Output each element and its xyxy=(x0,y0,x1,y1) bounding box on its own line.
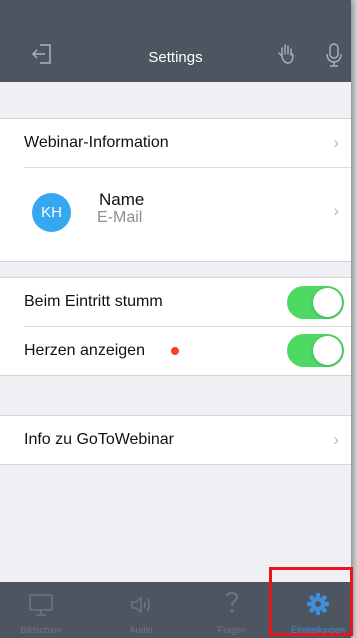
tab-fragen[interactable]: Fragen xyxy=(197,582,267,638)
about-row[interactable]: Info zu GoToWebinar › xyxy=(0,416,351,464)
about-label: Info zu GoToWebinar xyxy=(24,431,175,448)
highlight-box xyxy=(269,567,353,636)
webinar-info-label: Webinar-Information xyxy=(24,134,169,151)
chevron-right-icon: › xyxy=(333,430,339,449)
monitor-icon xyxy=(29,594,53,616)
user-row[interactable]: KH Name E-Mail › xyxy=(0,168,351,261)
toggle-group: Beim Eintritt stumm Herzen anzeigen xyxy=(0,277,351,376)
tab-label: Bildschirm xyxy=(20,625,62,635)
user-name: Name xyxy=(99,190,145,209)
mute-on-entry-toggle[interactable] xyxy=(287,286,344,319)
red-dot-indicator xyxy=(171,347,179,355)
page-title: Settings xyxy=(148,49,203,66)
tab-audio[interactable]: Audio xyxy=(106,582,176,638)
toggle-knob xyxy=(313,288,342,317)
show-hearts-label: Herzen anzeigen xyxy=(24,342,145,359)
question-icon xyxy=(226,592,239,613)
about-group: Info zu GoToWebinar › xyxy=(0,415,351,465)
speaker-icon xyxy=(131,596,150,614)
user-email: E-Mail xyxy=(97,209,143,226)
show-hearts-toggle[interactable] xyxy=(287,334,344,367)
microphone-icon[interactable] xyxy=(324,42,344,68)
info-group: Webinar-Information › KH Name E-Mail › xyxy=(0,118,351,262)
raise-hand-icon[interactable] xyxy=(274,42,298,66)
tab-bildschirm[interactable]: Bildschirm xyxy=(6,582,76,638)
chevron-right-icon: › xyxy=(333,133,339,152)
nav-bar: Settings xyxy=(0,0,351,82)
webinar-info-row[interactable]: Webinar-Information › xyxy=(0,119,351,167)
show-hearts-row: Herzen anzeigen xyxy=(0,327,351,375)
app-frame: Settings Webinar-Information › KH Name E… xyxy=(0,0,351,638)
avatar: KH xyxy=(32,193,71,232)
toggle-knob xyxy=(313,336,342,365)
chevron-right-icon: › xyxy=(333,201,339,220)
tab-label: Fragen xyxy=(217,625,247,635)
mute-on-entry-label: Beim Eintritt stumm xyxy=(24,293,163,310)
tab-label: Audio xyxy=(129,625,153,635)
mute-on-entry-row: Beim Eintritt stumm xyxy=(0,278,351,326)
